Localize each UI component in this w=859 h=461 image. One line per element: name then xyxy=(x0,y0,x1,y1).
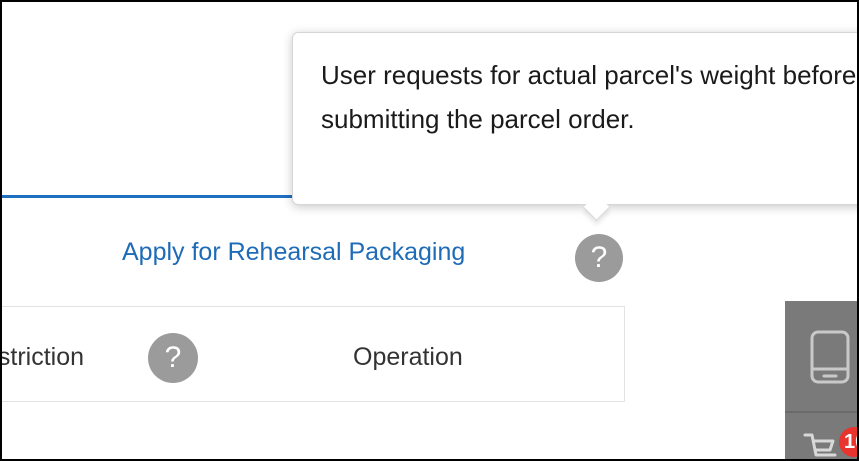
column-header-operation: Operation xyxy=(353,343,463,371)
side-toolbar: 10 xyxy=(785,301,857,459)
table-header xyxy=(2,306,625,402)
apply-rehearsal-packaging-link[interactable]: Apply for Rehearsal Packaging xyxy=(122,238,465,267)
mobile-phone-icon xyxy=(810,330,850,384)
help-tooltip: User requests for actual parcel's weight… xyxy=(292,32,857,205)
mobile-app-button[interactable] xyxy=(785,301,857,411)
cart-button[interactable]: 10 xyxy=(785,413,857,459)
question-mark-icon[interactable]: ? xyxy=(575,234,623,282)
tooltip-text: User requests for actual parcel's weight… xyxy=(321,60,857,134)
app-frame: User requests for actual parcel's weight… xyxy=(0,0,859,461)
question-mark-icon[interactable]: ? xyxy=(148,333,198,383)
column-header-restriction: estriction xyxy=(2,343,85,371)
cart-icon xyxy=(803,433,837,457)
